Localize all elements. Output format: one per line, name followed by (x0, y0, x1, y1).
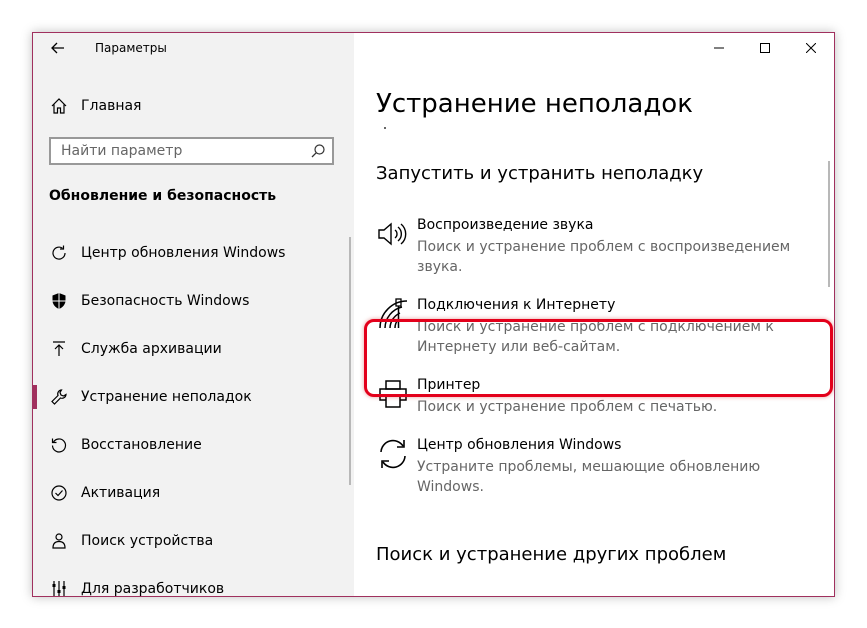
window-controls (696, 33, 834, 63)
sidebar-item-home[interactable]: Главная (33, 91, 354, 121)
sidebar: Параметры Главная Найти параметр Обновле… (33, 33, 354, 596)
speaker-icon (376, 217, 410, 251)
sidebar-item-troubleshoot[interactable]: Устранение неполадок (33, 373, 354, 421)
app-title: Параметры (95, 41, 167, 55)
page-title: Устранение неполадок (376, 89, 693, 119)
sidebar-item-recovery[interactable]: Восстановление (33, 421, 354, 469)
sidebar-item-find-device[interactable]: Поиск устройства (33, 517, 354, 565)
restore-icon (49, 435, 69, 455)
wrench-icon (49, 387, 69, 407)
settings-window: Параметры Главная Найти параметр Обновле… (32, 32, 835, 597)
printer-icon (376, 377, 410, 411)
section-title-other: Поиск и устранение других проблем (376, 544, 727, 565)
network-icon (376, 297, 410, 331)
sidebar-item-label: Восстановление (81, 437, 202, 453)
sidebar-section-title: Обновление и безопасность (49, 188, 277, 204)
troubleshooter-title: Подключения к Интернету (417, 297, 616, 313)
search-input[interactable]: Найти параметр (49, 137, 334, 165)
minimize-button[interactable] (696, 33, 742, 63)
troubleshooter-title: Воспроизведение звука (417, 217, 594, 233)
back-button[interactable] (43, 33, 73, 63)
sidebar-nav: Центр обновления Windows Безопасность Wi… (33, 229, 354, 597)
troubleshooter-desc: Поиск и устранение проблем с воспроизвед… (417, 239, 791, 275)
sidebar-item-label: Для разработчиков (81, 581, 225, 597)
sidebar-item-label: Активация (81, 485, 161, 501)
sidebar-item-label: Поиск устройства (81, 533, 214, 549)
section-title-run: Запустить и устранить неполадку (376, 163, 704, 184)
troubleshooter-title: Принтер (417, 377, 481, 393)
sidebar-item-windows-security[interactable]: Безопасность Windows (33, 277, 354, 325)
troubleshooter-title: Центр обновления Windows (417, 437, 622, 453)
main-scrollbar[interactable] (828, 161, 830, 287)
home-icon (49, 96, 69, 116)
developer-icon (49, 579, 69, 596)
sidebar-scrollbar[interactable] (349, 237, 351, 485)
sidebar-item-label: Центр обновления Windows (81, 245, 286, 261)
back-arrow-icon (51, 42, 64, 54)
shield-icon (49, 291, 69, 311)
troubleshooter-desc: Поиск и устранение проблем с печатью. (417, 399, 718, 415)
sidebar-item-backup[interactable]: Служба архивации (33, 325, 354, 373)
minimize-icon (714, 47, 724, 49)
person-pin-icon (49, 531, 69, 551)
sidebar-item-label: Безопасность Windows (81, 293, 250, 309)
close-button[interactable] (788, 33, 834, 63)
search-placeholder: Найти параметр (61, 143, 183, 159)
sidebar-item-windows-update[interactable]: Центр обновления Windows (33, 229, 354, 277)
troubleshooter-desc: Поиск и устранение проблем с подключение… (417, 319, 774, 355)
sidebar-item-label: Устранение неполадок (81, 389, 252, 405)
decorative-dot (384, 127, 386, 129)
sidebar-item-developers[interactable]: Для разработчиков (33, 565, 354, 597)
check-circle-icon (49, 483, 69, 503)
refresh-icon (49, 243, 69, 263)
maximize-icon (760, 43, 770, 53)
search-icon (311, 144, 325, 158)
close-icon (806, 43, 816, 53)
sidebar-item-label: Служба архивации (81, 341, 222, 357)
main-content: Устранение неполадок Запустить и устрани… (354, 33, 834, 596)
upload-icon (49, 339, 69, 359)
sync-icon (376, 437, 410, 471)
troubleshooter-desc: Устраните проблемы, мешающие обновлению … (417, 459, 761, 495)
maximize-button[interactable] (742, 33, 788, 63)
sidebar-item-activation[interactable]: Активация (33, 469, 354, 517)
sidebar-home-label: Главная (81, 98, 142, 114)
